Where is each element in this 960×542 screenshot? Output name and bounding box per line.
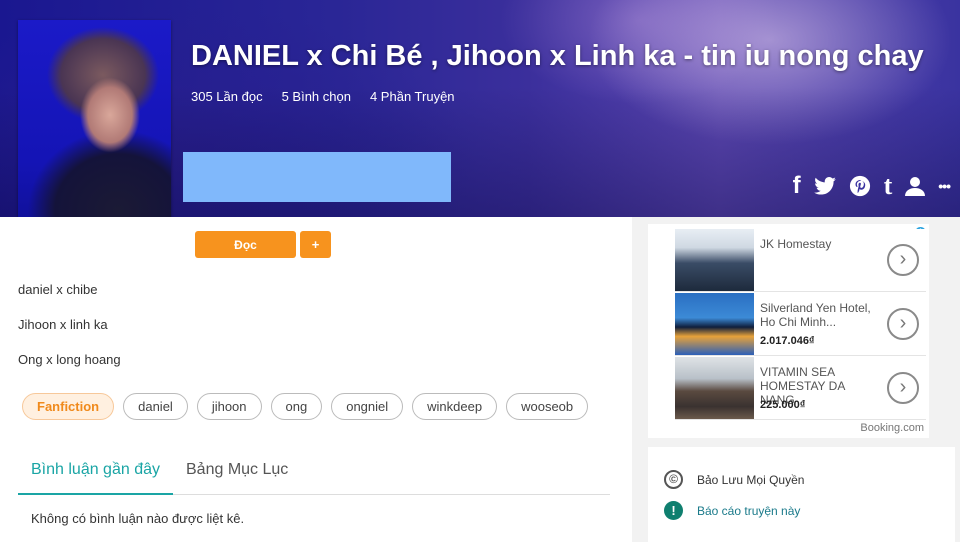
story-info-box: © Bảo Lưu Mọi Quyền ! Báo cáo truyện này	[648, 447, 955, 542]
share-bar: f t •••	[793, 172, 951, 200]
report-story-link[interactable]: Báo cáo truyện này	[697, 504, 800, 518]
tag-jihoon[interactable]: jihoon	[196, 393, 262, 420]
tag-wooseob[interactable]: wooseob	[506, 393, 589, 420]
hotel-price: 225.000₫	[760, 399, 806, 411]
content-tabs: Bình luận gần đây Bảng Mục Lục	[18, 455, 610, 495]
tab-table-of-contents[interactable]: Bảng Mục Lục	[173, 455, 301, 495]
add-to-list-button[interactable]: +	[300, 231, 331, 258]
alert-icon: !	[664, 501, 683, 520]
description-line: daniel x chibe	[18, 282, 98, 297]
story-title: DANIEL x Chi Bé , Jihoon x Linh ka - tin…	[191, 40, 924, 72]
tag-winkdeep[interactable]: winkdeep	[412, 393, 498, 420]
hotel-photo	[675, 293, 754, 355]
booking-ad[interactable]: i JK Homestay › Silverland Yen Hotel, Ho…	[648, 224, 929, 438]
ad-item[interactable]: VITAMIN SEA HOMESTAY DA NANG 225.000₫ ›	[675, 357, 926, 420]
hotel-name: JK Homestay	[760, 237, 832, 251]
ad-item[interactable]: Silverland Yen Hotel, Ho Chi Minh... 2.0…	[675, 293, 926, 356]
description-line: Jihoon x linh ka	[18, 317, 108, 332]
copyright-row: © Bảo Lưu Mọi Quyền	[664, 470, 804, 489]
facebook-icon[interactable]: f	[793, 172, 801, 200]
tag-daniel[interactable]: daniel	[123, 393, 188, 420]
chevron-right-icon[interactable]: ›	[887, 372, 919, 404]
description-line: Ong x long hoang	[18, 352, 121, 367]
ad-brand-label: Booking.com	[860, 422, 924, 434]
report-row[interactable]: ! Báo cáo truyện này	[664, 501, 800, 520]
tag-ong[interactable]: ong	[270, 393, 323, 420]
story-main-panel: Đọc + daniel x chibe Jihoon x linh ka On…	[0, 217, 632, 542]
copyright-text: Bảo Lưu Mọi Quyền	[697, 472, 805, 487]
copyright-icon: ©	[664, 470, 683, 489]
empty-comments-message: Không có bình luận nào được liệt kê.	[31, 511, 245, 526]
reads-count: 305 Lần đọc	[191, 89, 263, 104]
twitter-icon[interactable]	[813, 177, 836, 195]
tag-list: Fanfiction daniel jihoon ong ongniel win…	[22, 393, 589, 420]
hotel-photo	[675, 229, 754, 291]
hotel-photo	[675, 357, 754, 419]
more-icon[interactable]: •••	[938, 172, 951, 200]
chevron-right-icon[interactable]: ›	[887, 244, 919, 276]
read-button[interactable]: Đọc	[195, 231, 296, 258]
votes-count: 5 Bình chọn	[281, 89, 351, 104]
chevron-right-icon[interactable]: ›	[887, 308, 919, 340]
story-stats: 305 Lần đọc 5 Bình chọn 4 Phần Truyện	[191, 89, 455, 104]
hotel-price: 2.017.046₫	[760, 335, 815, 347]
tab-recent-comments[interactable]: Bình luận gần đây	[18, 455, 173, 495]
blank-banner	[183, 152, 451, 202]
tag-ongniel[interactable]: ongniel	[331, 393, 404, 420]
ad-item[interactable]: JK Homestay ›	[675, 229, 926, 292]
user-icon[interactable]	[905, 176, 926, 196]
pinterest-icon[interactable]	[849, 175, 871, 197]
tag-fanfiction[interactable]: Fanfiction	[22, 393, 115, 420]
tumblr-icon[interactable]: t	[884, 172, 893, 200]
parts-count: 4 Phần Truyện	[369, 89, 455, 104]
hotel-name: Silverland Yen Hotel, Ho Chi Minh...	[760, 301, 871, 329]
